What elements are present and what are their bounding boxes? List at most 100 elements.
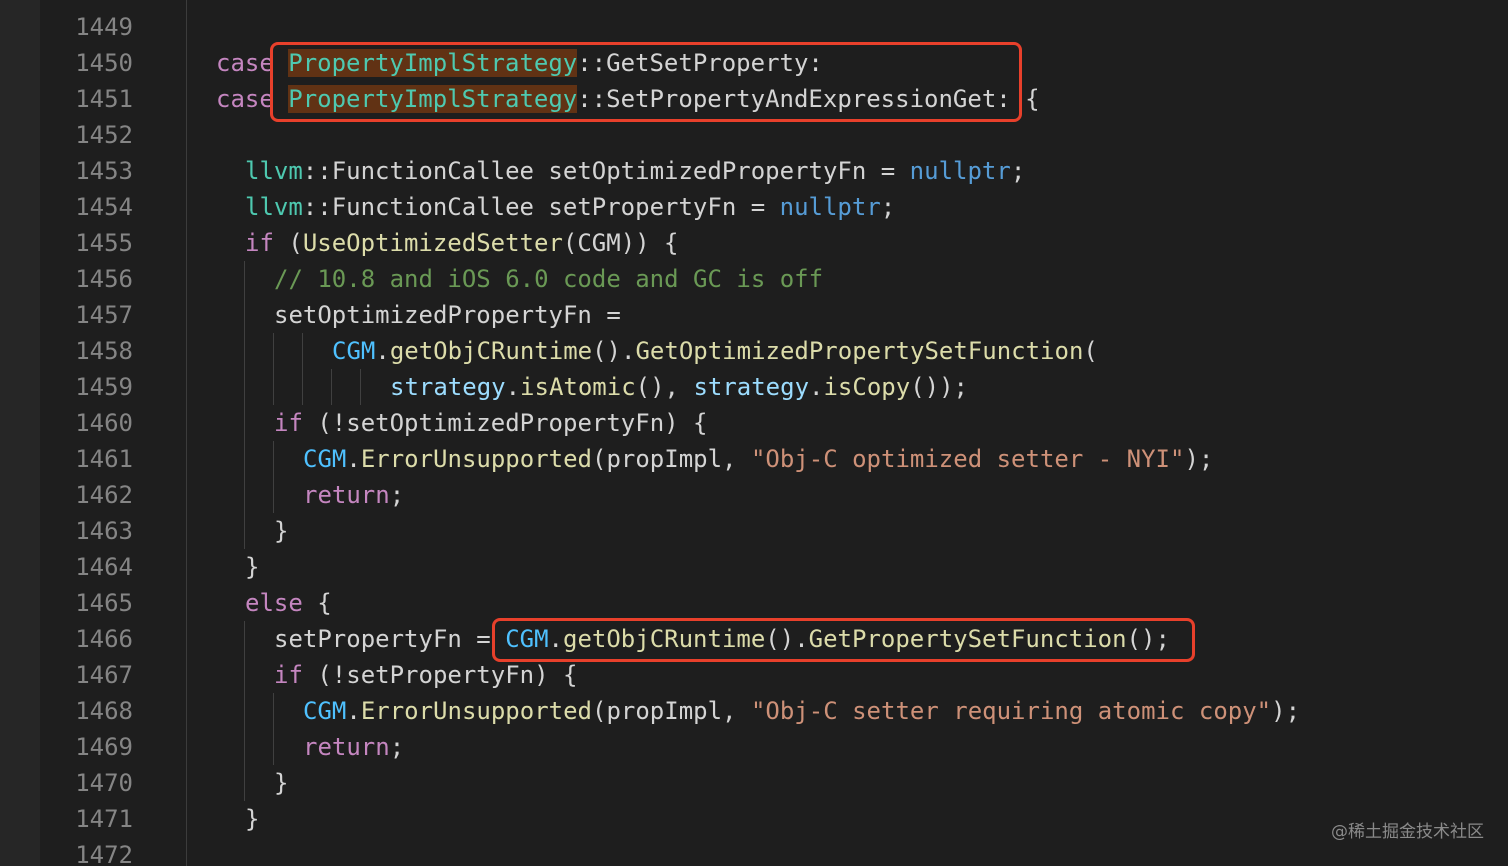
token-str: "Obj-C setter requiring atomic copy" xyxy=(750,697,1272,725)
token-punc: (). xyxy=(765,625,809,653)
token-lit: nullptr xyxy=(909,157,1011,185)
line-number: 1470 xyxy=(75,769,133,797)
line-number: 1465 xyxy=(75,589,133,617)
token-punc: ::GetSetProperty: xyxy=(577,49,823,77)
indent-guide xyxy=(273,729,274,765)
watermark: @稀土掘金技术社区 xyxy=(1331,822,1484,842)
token-punc: . xyxy=(548,625,563,653)
token-punc: (!setPropertyFn) { xyxy=(302,661,578,689)
code-text: } xyxy=(245,801,259,837)
token-punc: ; xyxy=(389,481,405,509)
line-number: 1469 xyxy=(75,733,133,761)
code-line[interactable]: 1460 if (!setOptimizedPropertyFn) { xyxy=(0,405,1508,441)
token-punc: } xyxy=(274,769,289,797)
code-line[interactable]: 1459 strategy.isAtomic(), strategy.isCopy… xyxy=(0,369,1508,405)
token-fn: isAtomic xyxy=(520,373,636,401)
token-fn: UseOptimizedSetter xyxy=(302,229,563,257)
code-line[interactable]: 1469 return; xyxy=(0,729,1508,765)
token-punc: ; xyxy=(389,733,405,761)
token-punc: (); xyxy=(1126,625,1170,653)
token-punc: ::SetPropertyAndExpressionGet: { xyxy=(577,85,1040,113)
indent-guide xyxy=(273,369,274,405)
token-punc: } xyxy=(245,805,260,833)
code-line[interactable]: 1470} xyxy=(0,765,1508,801)
token-punc: (), xyxy=(635,373,694,401)
token-punc: (propImpl, xyxy=(592,697,751,725)
code-editor[interactable]: 1449 1450 case PropertyImplStrategy::GetSe… xyxy=(0,0,1508,866)
token-punc: setPropertyFn = xyxy=(274,625,506,653)
code-line[interactable]: 1463} xyxy=(0,513,1508,549)
line-number: 1472 xyxy=(75,841,133,866)
indent-guide xyxy=(244,513,245,549)
token-con: CGM xyxy=(303,445,347,473)
indent-guide xyxy=(244,693,245,729)
code-text: setOptimizedPropertyFn = xyxy=(274,297,621,333)
token-com: // 10.8 and iOS 6.0 code and GC is off xyxy=(274,265,824,293)
code-line[interactable]: 1457 setOptimizedPropertyFn = xyxy=(0,297,1508,333)
indent-guide xyxy=(273,693,274,729)
code-line[interactable]: 1465 else { xyxy=(0,585,1508,621)
token-kw: case xyxy=(216,85,274,113)
token-con: CGM xyxy=(303,697,347,725)
token-fn: GetPropertySetFunction xyxy=(808,625,1127,653)
token-fn: GetOptimizedPropertySetFunction xyxy=(635,337,1084,365)
line-number: 1451 xyxy=(75,85,133,113)
indent-guide xyxy=(244,477,245,513)
token-punc: ( xyxy=(1083,337,1098,365)
token-lit: nullptr xyxy=(779,193,881,221)
code-text: return; xyxy=(303,477,404,513)
code-line[interactable]: 1467 if (!setPropertyFn) { xyxy=(0,657,1508,693)
code-text: strategy.isAtomic(), strategy.isCopy()); xyxy=(390,369,968,405)
token-ns: llvm xyxy=(245,157,303,185)
token-punc: ::FunctionCallee setPropertyFn = xyxy=(302,193,780,221)
code-text: } xyxy=(274,513,288,549)
code-line[interactable]: 1464} xyxy=(0,549,1508,585)
code-line[interactable]: 1466 setPropertyFn = CGM.getObjCRuntime()… xyxy=(0,621,1508,657)
code-text: return; xyxy=(303,729,404,765)
code-line[interactable]: 1452 xyxy=(0,117,1508,153)
token-punc xyxy=(274,49,288,77)
indent-guide xyxy=(273,477,274,513)
code-line[interactable]: 1453 llvm::FunctionCallee setOptimizedPro… xyxy=(0,153,1508,189)
token-punc: (!setOptimizedPropertyFn) { xyxy=(302,409,708,437)
token-punc xyxy=(274,85,288,113)
code-text: setPropertyFn = CGM.getObjCRuntime().Get… xyxy=(274,621,1170,657)
code-line[interactable]: 1454 llvm::FunctionCallee setPropertyFn =… xyxy=(0,189,1508,225)
token-punc: (CGM)) { xyxy=(562,229,679,257)
code-line[interactable]: 1462 return; xyxy=(0,477,1508,513)
token-type: PropertyImplStrategy xyxy=(288,49,578,77)
token-punc: (propImpl, xyxy=(592,445,751,473)
line-number: 1452 xyxy=(75,121,133,149)
line-number: 1463 xyxy=(75,517,133,545)
line-number: 1459 xyxy=(75,373,133,401)
line-number: 1457 xyxy=(75,301,133,329)
token-type: PropertyImplStrategy xyxy=(288,85,578,113)
code-line[interactable]: 1455 if (UseOptimizedSetter(CGM)) { xyxy=(0,225,1508,261)
code-text: CGM.ErrorUnsupported(propImpl, "Obj-C op… xyxy=(303,441,1213,477)
code-line[interactable]: 1461 CGM.ErrorUnsupported(propImpl, "Obj-… xyxy=(0,441,1508,477)
code-line[interactable]: 1449 xyxy=(0,9,1508,45)
code-line[interactable]: 1471} xyxy=(0,801,1508,837)
token-fn: getObjCRuntime xyxy=(563,625,766,653)
token-punc: ()); xyxy=(910,373,968,401)
code-line[interactable]: 1458 CGM.getObjCRuntime().GetOptimizedPro… xyxy=(0,333,1508,369)
token-punc: . xyxy=(346,697,361,725)
line-number: 1468 xyxy=(75,697,133,725)
token-punc: . xyxy=(346,445,361,473)
line-number: 1456 xyxy=(75,265,133,293)
code-line[interactable]: 1468 CGM.ErrorUnsupported(propImpl, "Obj-… xyxy=(0,693,1508,729)
code-text: else { xyxy=(245,585,332,621)
indent-guide xyxy=(360,369,361,405)
token-con: CGM xyxy=(332,337,376,365)
token-punc: setOptimizedPropertyFn = xyxy=(274,301,621,329)
token-punc: ( xyxy=(273,229,303,257)
code-line[interactable]: 1450 case PropertyImplStrategy::GetSetPro… xyxy=(0,45,1508,81)
indent-guide xyxy=(244,441,245,477)
code-line[interactable]: 1456 // 10.8 and iOS 6.0 code and GC is o… xyxy=(0,261,1508,297)
code-text: llvm::FunctionCallee setOptimizedPropert… xyxy=(245,153,1025,189)
line-number: 1454 xyxy=(75,193,133,221)
token-kw: return xyxy=(303,481,390,509)
code-line[interactable]: 1451 case PropertyImplStrategy::SetProper… xyxy=(0,81,1508,117)
code-line[interactable]: 1472 xyxy=(0,837,1508,866)
indent-guide xyxy=(244,369,245,405)
